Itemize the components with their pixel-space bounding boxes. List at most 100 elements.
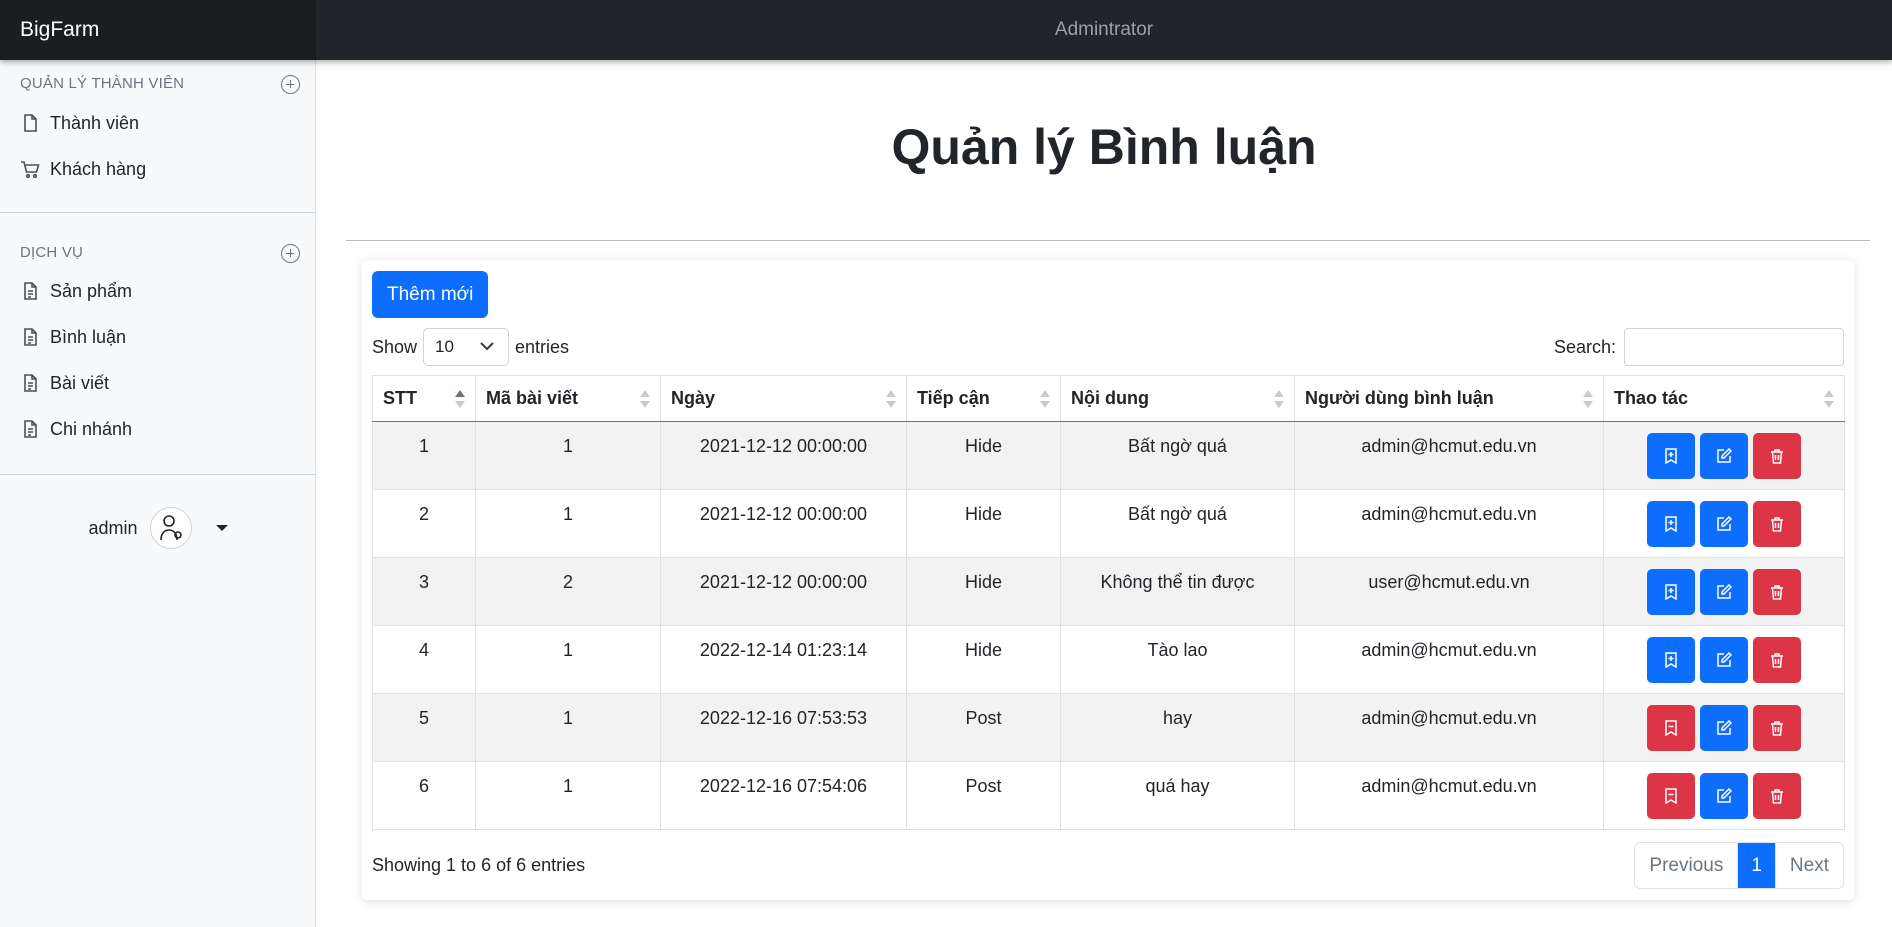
toggle-visibility-button[interactable] (1647, 569, 1695, 615)
cell-date: 2021-12-12 00:00:00 (660, 421, 907, 490)
cart-icon (21, 161, 40, 179)
sidebar-item-label: Bình luận (50, 326, 127, 347)
search-input[interactable] (1624, 328, 1844, 366)
delete-button[interactable] (1753, 637, 1801, 683)
cell-actions (1603, 625, 1845, 694)
chevron-down-icon[interactable] (215, 525, 228, 531)
cell-status: Hide (906, 421, 1061, 490)
trash-icon (1771, 517, 1783, 532)
sidebar-item-label: Chi nhánh (50, 418, 133, 439)
column-header-nguoi-dung[interactable]: Người dùng bình luận (1294, 375, 1604, 422)
add-new-button[interactable]: Thêm mới (372, 271, 489, 318)
file-text-icon (24, 328, 37, 346)
file-text-icon (24, 374, 37, 392)
cell-stt: 4 (372, 625, 476, 694)
sort-icon (1583, 390, 1593, 410)
cell-actions (1603, 693, 1845, 762)
avatar (149, 507, 192, 549)
sidebar-section-services: DỊCH VỤ (20, 244, 300, 268)
sidebar-section-members: QUẢN LÝ THÀNH VIÊN (20, 75, 300, 99)
previous-page-button[interactable]: Previous (1635, 843, 1739, 888)
cell-post-id: 1 (475, 693, 661, 762)
page-1-button[interactable]: 1 (1738, 843, 1775, 888)
sidebar-item-label: Sản phẩm (50, 280, 133, 301)
sidebar-item-binh-luan[interactable]: Bình luận (20, 322, 300, 352)
sidebar-item-label: Thành viên (50, 112, 140, 133)
cell-content: Tào lao (1060, 625, 1295, 694)
sidebar-item-chi-nhanh[interactable]: Chi nhánh (20, 414, 300, 444)
cell-content: hay (1060, 693, 1295, 762)
cell-status: Hide (906, 489, 1061, 558)
column-header-thao-tac[interactable]: Thao tác (1603, 375, 1845, 422)
cell-post-id: 1 (475, 489, 661, 558)
sidebar-divider (0, 474, 316, 475)
column-header-ngay[interactable]: Ngày (660, 375, 907, 422)
sidebar-item-thanh-vien[interactable]: Thành viên (20, 108, 300, 138)
cell-post-id: 2 (475, 557, 661, 626)
sort-icon (1040, 390, 1050, 410)
entries-select-value: 10 (435, 337, 454, 356)
delete-button[interactable] (1753, 569, 1801, 615)
comments-table: STT Mã bài viết Ngày Tiếp cận Nội dung N… (372, 375, 1845, 830)
delete-button[interactable] (1753, 501, 1801, 547)
edit-button[interactable] (1700, 773, 1748, 819)
delete-button[interactable] (1753, 773, 1801, 819)
toggle-visibility-button[interactable] (1647, 773, 1695, 819)
cell-actions (1603, 421, 1845, 490)
column-label: Ngày (671, 388, 716, 408)
trash-icon (1771, 449, 1783, 464)
column-label: Người dùng bình luận (1305, 388, 1494, 408)
table-row: 6 1 2022-12-16 07:54:06 Post quá hay adm… (372, 761, 1845, 830)
sort-icon (886, 390, 896, 410)
column-header-stt[interactable]: STT (372, 375, 476, 422)
sort-icon (1824, 390, 1834, 410)
edit-button[interactable] (1700, 433, 1748, 479)
edit-button[interactable] (1700, 501, 1748, 547)
delete-button[interactable] (1753, 433, 1801, 479)
entries-select[interactable]: 10 (423, 328, 510, 366)
trash-icon (1771, 585, 1783, 600)
cell-post-id: 1 (475, 625, 661, 694)
table-row: 1 1 2021-12-12 00:00:00 Hide Bất ngờ quá… (372, 421, 1845, 490)
next-page-button[interactable]: Next (1774, 843, 1843, 888)
sort-asc-icon (455, 390, 465, 410)
data-card: Thêm mới Show 10 entries Search: STT Mã … (362, 260, 1854, 900)
toggle-visibility-button[interactable] (1647, 501, 1695, 547)
cell-actions (1603, 557, 1845, 626)
sidebar-item-bai-viet[interactable]: Bài viết (20, 368, 300, 398)
sidebar-item-khach-hang[interactable]: Khách hàng (20, 154, 300, 184)
edit-button[interactable] (1700, 637, 1748, 683)
column-label: Thao tác (1614, 388, 1689, 408)
edit-button[interactable] (1700, 569, 1748, 615)
cell-user: admin@hcmut.edu.vn (1294, 693, 1604, 762)
column-header-tiep-can[interactable]: Tiếp cận (906, 375, 1061, 422)
cell-post-id: 1 (475, 761, 661, 830)
toggle-visibility-button[interactable] (1647, 433, 1695, 479)
edit-button[interactable] (1700, 705, 1748, 751)
column-header-noi-dung[interactable]: Nội dung (1060, 375, 1295, 422)
toggle-visibility-button[interactable] (1647, 705, 1695, 751)
sidebar-item-label: Khách hàng (50, 158, 147, 179)
show-label: Show (372, 336, 418, 357)
cell-stt: 6 (372, 761, 476, 830)
table-row: 4 1 2022-12-14 01:23:14 Hide Tào lao adm… (372, 625, 1845, 694)
sidebar-item-san-pham[interactable]: Sản phẩm (20, 276, 300, 306)
user-menu[interactable]: admin (0, 505, 316, 551)
cell-content: Bất ngờ quá (1060, 489, 1295, 558)
add-circle-icon[interactable] (281, 244, 300, 263)
delete-button[interactable] (1753, 705, 1801, 751)
toggle-visibility-button[interactable] (1647, 637, 1695, 683)
table-row: 5 1 2022-12-16 07:53:53 Post hay admin@h… (372, 693, 1845, 762)
edit-icon (1717, 584, 1732, 599)
add-circle-icon[interactable] (281, 75, 300, 94)
brand-logo[interactable]: BigFarm (0, 0, 316, 60)
cell-date: 2021-12-12 00:00:00 (660, 557, 907, 626)
cell-stt: 3 (372, 557, 476, 626)
column-header-ma-bai-viet[interactable]: Mã bài viết (475, 375, 661, 422)
cell-user: admin@hcmut.edu.vn (1294, 489, 1604, 558)
file-text-icon (24, 282, 37, 300)
bookmark-icon (1665, 584, 1677, 600)
sort-icon (1274, 390, 1284, 410)
section-heading: DỊCH VỤ (20, 244, 84, 261)
column-label: Tiếp cận (917, 388, 990, 408)
